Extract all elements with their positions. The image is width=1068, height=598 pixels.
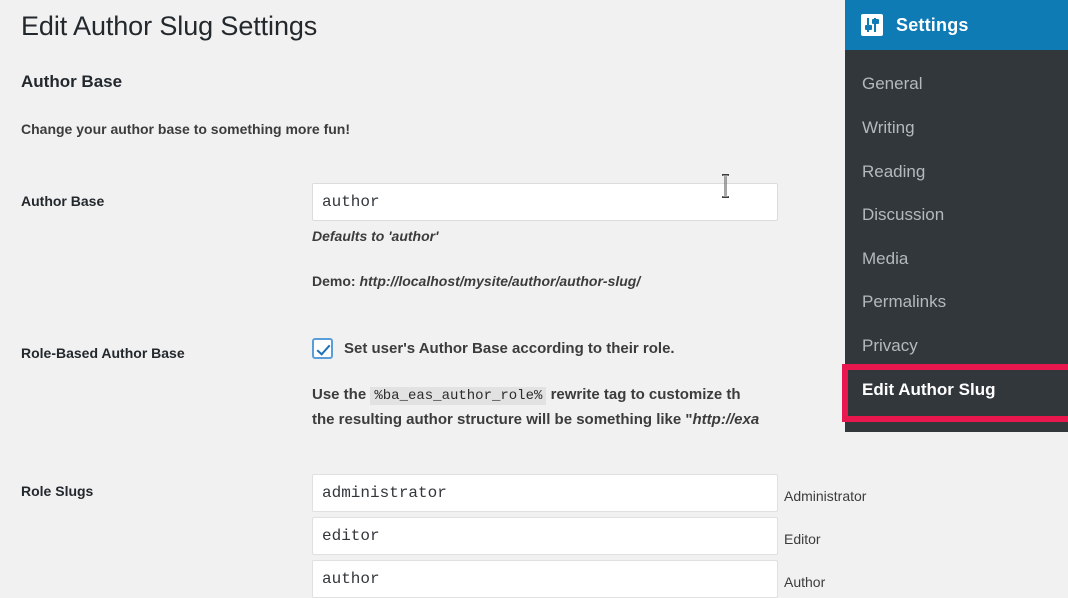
sidebar-item-writing[interactable]: Writing (845, 106, 1068, 149)
sidebar-item-general[interactable]: General (845, 62, 1068, 105)
role-based-checkbox-label: Set user's Author Base according to thei… (344, 340, 675, 357)
label-role-based-author-base: Role-Based Author Base (21, 345, 185, 361)
sidebar-item-label: Permalinks (862, 291, 947, 311)
sidebar-item-label: Edit Author Slug (862, 379, 996, 399)
sidebar-item-label: Media (862, 248, 909, 268)
sidebar-item-label: Discussion (862, 204, 945, 224)
sidebar-item-label: Writing (862, 117, 915, 137)
sidebar-item-media[interactable]: Media (845, 237, 1068, 280)
sidebar-item-label: Privacy (862, 335, 918, 355)
role-slug-name-administrator: Administrator (784, 488, 867, 504)
sidebar-item-edit-author-slug[interactable]: Edit Author Slug (845, 368, 1068, 411)
settings-sliders-icon (861, 14, 883, 36)
author-base-input[interactable] (312, 183, 778, 221)
role-based-author-base-checkbox[interactable] (312, 338, 333, 359)
author-base-helper: Defaults to 'author' (312, 228, 439, 244)
rewrite-prefix-text: Use the (312, 386, 367, 403)
page-title: Edit Author Slug Settings (21, 11, 318, 41)
sidebar-item-permalinks[interactable]: Permalinks (845, 280, 1068, 323)
sidebar-header-settings[interactable]: Settings (845, 0, 1068, 50)
author-base-demo: Demo: http://localhost/mysite/author/aut… (312, 273, 640, 289)
sidebar-item-privacy[interactable]: Privacy (845, 324, 1068, 367)
role-slug-input-editor[interactable] (312, 517, 778, 555)
sidebar-item-label: General (862, 73, 923, 93)
label-role-slugs: Role Slugs (21, 483, 94, 499)
label-author-base: Author Base (21, 193, 105, 209)
role-based-checkbox-row: Set user's Author Base according to thei… (312, 338, 675, 359)
settings-sidebar: Settings General Writing Reading Discuss… (845, 0, 1068, 432)
role-slug-name-editor: Editor (784, 531, 821, 547)
sidebar-item-discussion[interactable]: Discussion (845, 193, 1068, 236)
role-slug-input-author[interactable] (312, 560, 778, 598)
demo-url: http://localhost/mysite/author/author-sl… (359, 273, 641, 289)
role-slug-input-administrator[interactable] (312, 474, 778, 512)
sidebar-header-label: Settings (896, 14, 969, 35)
section-heading-author-base: Author Base (21, 72, 123, 91)
rewrite-middle-text: rewrite tag to customize th (550, 386, 741, 403)
sidebar-item-label: Reading (862, 161, 926, 181)
demo-label: Demo: (312, 273, 356, 289)
sidebar-item-reading[interactable]: Reading (845, 150, 1068, 193)
role-slug-name-author: Author (784, 574, 826, 590)
rewrite-line2-text: the resulting author structure will be s… (312, 411, 693, 428)
section-description: Change your author base to something mor… (21, 121, 351, 137)
rewrite-tag-code: %ba_eas_author_role% (370, 387, 547, 405)
rewrite-line2-url: http://exa (692, 411, 760, 428)
